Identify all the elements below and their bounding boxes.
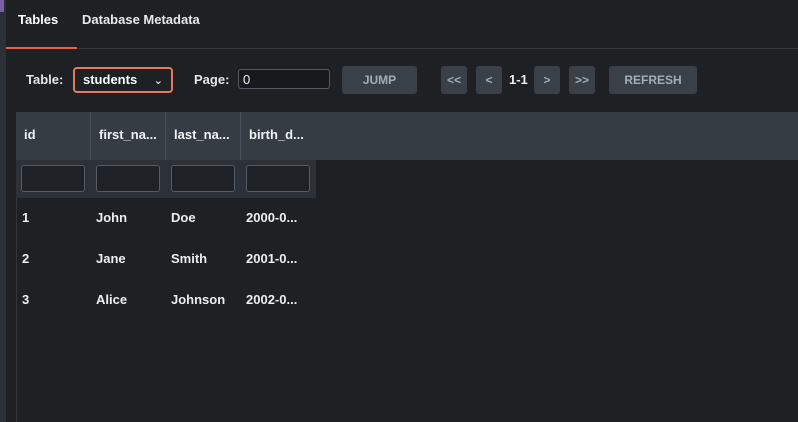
column-header-first-name[interactable]: first_na... (91, 112, 166, 160)
first-page-button[interactable]: << (441, 66, 467, 94)
page-label: Page: (194, 72, 230, 87)
column-header-label: id (24, 127, 36, 142)
left-edge-strip (0, 0, 6, 422)
tab-database-metadata-label: Database Metadata (82, 12, 200, 27)
column-header-last-name[interactable]: last_na... (166, 112, 241, 160)
previous-page-button[interactable]: < (476, 66, 502, 94)
table-select[interactable]: students ⌄ (73, 67, 173, 93)
filter-input-id[interactable] (21, 165, 85, 192)
cell-id: 1 (22, 210, 30, 225)
cell-birth-date: 2001-0... (246, 251, 298, 266)
chevron-down-icon: ⌄ (153, 75, 163, 87)
tab-bar: Tables Database Metadata (6, 0, 798, 49)
cell-birth-date: 2000-0... (246, 210, 298, 225)
cell-first-name: Jane (96, 251, 126, 266)
table-row[interactable]: 1 John Doe 2000-0... (16, 198, 798, 238)
table-row[interactable]: 3 Alice Johnson 2002-0... (16, 280, 798, 320)
cell-last-name: Smith (171, 251, 208, 266)
cell-last-name: Doe (171, 210, 196, 225)
cell-first-name: Alice (96, 292, 128, 307)
refresh-button[interactable]: REFRESH (609, 66, 697, 94)
last-page-button[interactable]: >> (569, 66, 595, 94)
active-tab-indicator (6, 47, 77, 49)
jump-button[interactable]: JUMP (342, 66, 417, 94)
column-header-id[interactable]: id (16, 112, 91, 160)
cell-last-name: Johnson (171, 292, 226, 307)
table-label: Table: (26, 72, 64, 87)
column-header-label: birth_d... (249, 127, 304, 142)
column-header-label: last_na... (174, 127, 230, 142)
edge-marker (0, 0, 4, 12)
cell-id: 3 (22, 292, 30, 307)
cell-id: 2 (22, 251, 30, 266)
filter-input-birth-date[interactable] (246, 165, 310, 192)
cell-first-name: John (96, 210, 128, 225)
table-row[interactable]: 2 Jane Smith 2001-0... (16, 239, 798, 279)
page-range: 1-1 (509, 72, 528, 87)
table-select-value: students (83, 72, 138, 87)
column-header-birth-date[interactable]: birth_d... (241, 112, 316, 160)
grid-header: id first_na... last_na... birth_d... (16, 112, 798, 160)
filter-input-last-name[interactable] (171, 165, 235, 192)
table-toolbar: Table: students ⌄ Page: JUMP << < 1-1 > … (0, 66, 798, 96)
column-header-label: first_na... (99, 127, 157, 142)
filter-input-first-name[interactable] (96, 165, 160, 192)
cell-birth-date: 2002-0... (246, 292, 298, 307)
page-input[interactable] (238, 69, 330, 89)
next-page-button[interactable]: > (534, 66, 560, 94)
filter-row (16, 160, 316, 198)
tab-tables-label: Tables (18, 12, 59, 27)
tab-tables[interactable]: Tables (6, 0, 77, 49)
tab-database-metadata[interactable]: Database Metadata (82, 0, 212, 48)
